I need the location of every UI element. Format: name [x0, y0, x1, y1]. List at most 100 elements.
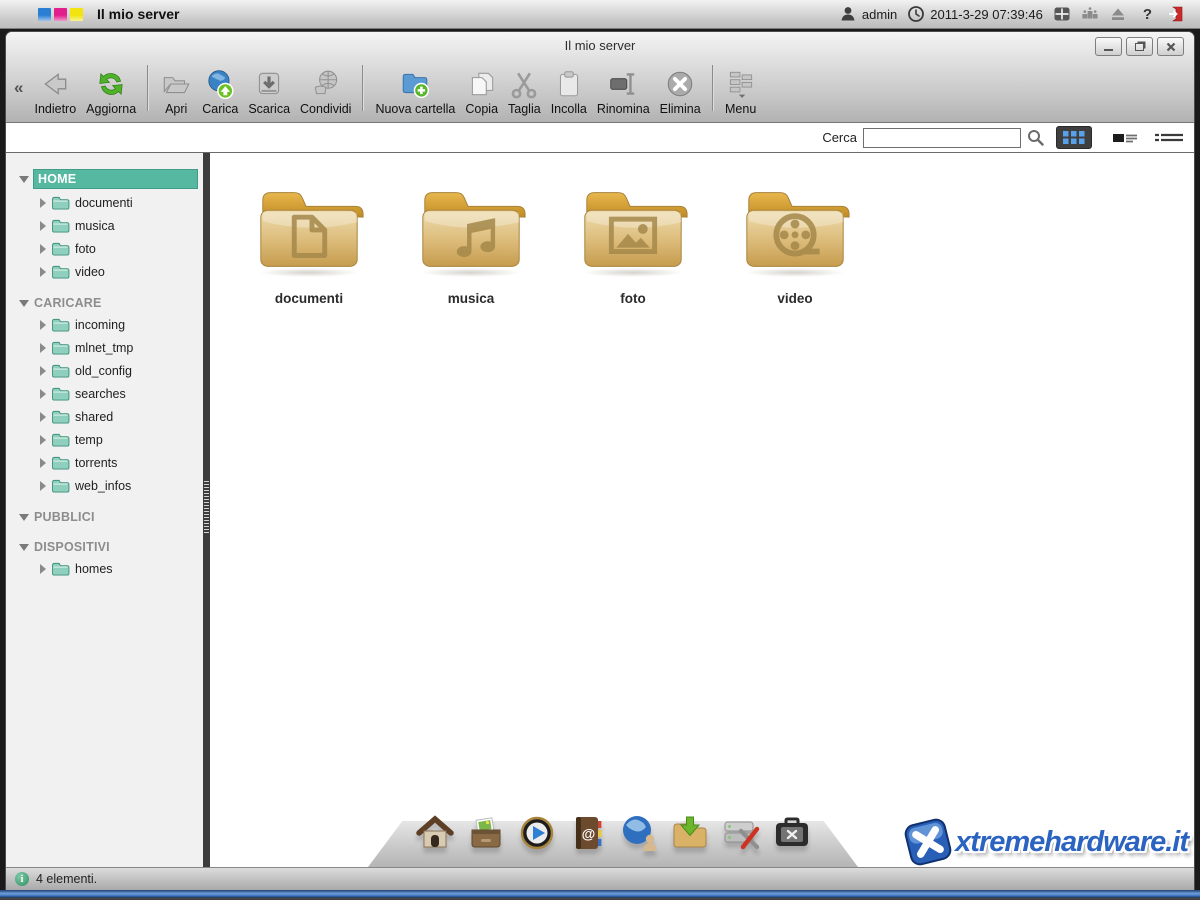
chevron-right-icon[interactable] [40, 267, 46, 277]
new-folder-button[interactable]: Nuova cartella [370, 68, 460, 116]
chevron-right-icon[interactable] [40, 366, 46, 376]
chevron-right-icon[interactable] [40, 343, 46, 353]
datetime: 2011-3-29 07:39:46 [930, 7, 1043, 22]
menu-button[interactable]: Menu [720, 68, 762, 116]
back-button[interactable]: Indietro [29, 68, 81, 116]
chevron-right-icon[interactable] [40, 458, 46, 468]
search-input[interactable] [863, 128, 1021, 148]
folder-tile-foto[interactable]: foto [552, 179, 714, 306]
collapse-toolbar-icon[interactable]: « [8, 78, 29, 98]
folder-tile-video[interactable]: video [714, 179, 876, 306]
sidebar-item-torrents[interactable]: torrents [36, 451, 203, 474]
logout-icon[interactable] [1168, 5, 1186, 23]
chevron-down-icon[interactable] [19, 514, 29, 521]
window-manager-icon[interactable] [1053, 5, 1071, 23]
system-title: Il mio server [97, 6, 180, 22]
folder-tile-musica[interactable]: musica [390, 179, 552, 306]
sidebar-item-pubblici[interactable]: PUBBLICI [6, 507, 203, 527]
sidebar-item-musica[interactable]: musica [36, 214, 203, 237]
info-icon: i [15, 872, 29, 886]
system-monitor-icon[interactable] [1081, 5, 1099, 23]
copy-icon [466, 68, 498, 100]
folder-reflection [259, 268, 359, 277]
detail-view-button[interactable] [1154, 131, 1184, 145]
rename-button[interactable]: Rinomina [592, 68, 655, 116]
chevron-down-icon[interactable] [19, 300, 29, 307]
sidebar-item-searches[interactable]: searches [36, 382, 203, 405]
close-button[interactable] [1157, 37, 1184, 56]
file-view[interactable]: documenti musica foto [210, 153, 1194, 867]
cut-icon [508, 68, 540, 100]
chevron-right-icon[interactable] [40, 221, 46, 231]
sidebar-item-video[interactable]: video [36, 260, 203, 283]
sidebar-item-incoming[interactable]: incoming [36, 313, 203, 336]
home-icon[interactable] [415, 813, 455, 853]
sidebar-item-shared[interactable]: shared [36, 405, 203, 428]
folder-icon [51, 241, 70, 256]
screen: Il mio server admin 2011-3-29 07:39:46 [0, 0, 1200, 900]
sidebar-item-documenti[interactable]: documenti [36, 191, 203, 214]
sidebar-item-mlnet-tmp[interactable]: mlnet_tmp [36, 336, 203, 359]
delete-button[interactable]: Elimina [655, 68, 706, 116]
sidebar-item-dispositivi[interactable]: DISPOSITIVI [6, 537, 203, 557]
photos-folder-icon [574, 179, 692, 275]
sidebar-item-foto[interactable]: foto [36, 237, 203, 260]
folder-icon [51, 455, 70, 470]
chevron-right-icon[interactable] [40, 435, 46, 445]
folder-tile-documenti[interactable]: documenti [228, 179, 390, 306]
address-book-icon[interactable]: @ [568, 813, 608, 853]
toolbar-separator [712, 65, 714, 111]
cut-button[interactable]: Taglia [503, 68, 546, 116]
chevron-down-icon[interactable] [19, 544, 29, 551]
download-button[interactable]: Scarica [243, 68, 295, 116]
brand-logo [38, 8, 83, 21]
sidebar-item-temp[interactable]: temp [36, 428, 203, 451]
chevron-right-icon[interactable] [40, 564, 46, 574]
eject-icon[interactable] [1109, 5, 1127, 23]
splitter-grip-icon[interactable] [204, 481, 209, 533]
tree-section-home: HOME documenti musica [6, 167, 203, 283]
chevron-right-icon[interactable] [40, 198, 46, 208]
chevron-right-icon[interactable] [40, 412, 46, 422]
chevron-right-icon[interactable] [40, 320, 46, 330]
window-titlebar[interactable]: Il mio server [6, 32, 1194, 58]
sidebar-splitter[interactable] [203, 153, 210, 867]
minimize-button[interactable] [1095, 37, 1122, 56]
search-icon[interactable] [1027, 129, 1044, 146]
open-button[interactable]: Apri [155, 68, 197, 116]
logo-square-blue [38, 8, 51, 21]
disk-utility-icon[interactable] [721, 813, 761, 853]
paste-icon [553, 68, 585, 100]
sidebar-item-homes[interactable]: homes [36, 557, 203, 580]
chevron-down-icon[interactable] [19, 176, 29, 183]
watermark-text: xtremehardware.it [955, 826, 1188, 859]
media-player-icon[interactable] [517, 813, 557, 853]
share-button[interactable]: Condividi [295, 68, 356, 116]
user-menu[interactable]: admin [839, 5, 897, 23]
web-users-icon[interactable] [619, 813, 659, 853]
sidebar-item-home[interactable]: HOME [6, 167, 203, 191]
list-view-button[interactable] [1112, 131, 1138, 145]
paste-button[interactable]: Incolla [546, 68, 592, 116]
copy-button[interactable]: Copia [460, 68, 503, 116]
thumbnail-view-button[interactable] [1056, 126, 1092, 149]
toolbox-icon[interactable] [772, 813, 812, 853]
refresh-button[interactable]: Aggiorna [81, 68, 141, 116]
application-dock: @ [368, 807, 858, 867]
restore-button[interactable] [1126, 37, 1153, 56]
share-icon [310, 68, 342, 100]
downloads-icon[interactable] [670, 813, 710, 853]
upload-button[interactable]: Carica [197, 68, 243, 116]
tree-section-pubblici: PUBBLICI [6, 507, 203, 527]
photos-icon[interactable] [466, 813, 506, 853]
sidebar-item-old-config[interactable]: old_config [36, 359, 203, 382]
sidebar-item-caricare[interactable]: CARICARE [6, 293, 203, 313]
user-icon [839, 5, 857, 23]
sidebar-item-web-infos[interactable]: web_infos [36, 474, 203, 497]
chevron-right-icon[interactable] [40, 481, 46, 491]
logo-square-magenta [54, 8, 67, 21]
chevron-right-icon[interactable] [40, 244, 46, 254]
chevron-right-icon[interactable] [40, 389, 46, 399]
help-icon[interactable]: ? [1137, 6, 1158, 23]
clock-display: 2011-3-29 07:39:46 [907, 5, 1043, 23]
